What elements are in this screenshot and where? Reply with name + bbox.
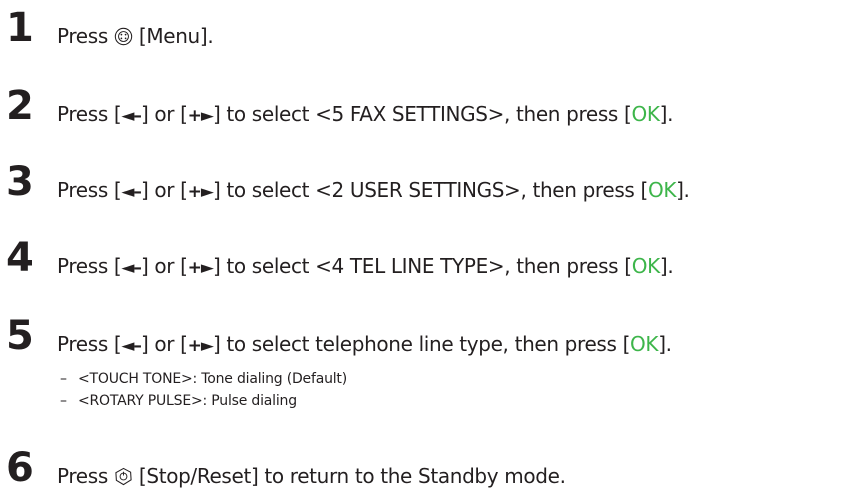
option-text: <ROTARY PULSE>: Pulse dialing (78, 393, 297, 409)
step-number: 3 (6, 159, 34, 205)
ok-key: OK (647, 178, 677, 202)
plus-right-key: +► (187, 182, 214, 202)
step-text: Press [◄–] or [+►] to select telephone l… (57, 332, 672, 358)
step-text-post: [Menu]. (132, 24, 214, 48)
plus-right-key: +► (187, 258, 214, 278)
left-minus-key: ◄– (121, 336, 142, 356)
step-number: 1 (6, 5, 34, 51)
left-minus-key: ◄– (121, 182, 142, 202)
step-text-pre: Press (57, 464, 114, 488)
step-text-end: ]. (659, 254, 674, 278)
step-text-mid: ] or [ (140, 178, 188, 202)
step-text: Press [Stop/Reset] to return to the Stan… (57, 464, 566, 488)
step-number: 2 (6, 83, 34, 129)
step-number: 4 (6, 235, 34, 281)
step-text-after: ] to select <4 TEL LINE TYPE>, then pres… (212, 254, 632, 278)
step-text: Press [◄–] or [+►] to select <5 FAX SETT… (57, 102, 673, 128)
menu-key-icon (114, 27, 133, 46)
option-dash: – (60, 371, 67, 387)
step-text-after: ] to select <5 FAX SETTINGS>, then press… (212, 102, 632, 126)
option-dash: – (60, 393, 67, 409)
step-number: 5 (6, 313, 34, 359)
step-number: 6 (6, 445, 34, 491)
step-text-pre: Press [ (57, 332, 122, 356)
step-text-mid: ] or [ (140, 254, 188, 278)
step-text-after: ] to select <2 USER SETTINGS>, then pres… (212, 178, 648, 202)
step-text-mid: ] or [ (140, 332, 188, 356)
left-minus-key: ◄– (121, 106, 142, 126)
step-text-end: ]. (676, 178, 690, 202)
step-text-after: ] to select telephone line type, then pr… (212, 332, 631, 356)
step-text: Press [Menu]. (57, 24, 214, 48)
stop-reset-key-icon (115, 467, 132, 486)
ok-key: OK (630, 332, 659, 356)
step-text-pre: Press [ (57, 178, 122, 202)
option-text: <TOUCH TONE>: Tone dialing (Default) (78, 371, 347, 387)
step-text-mid: ] or [ (140, 102, 188, 126)
step-text-pre: Press [ (57, 254, 122, 278)
step-text: Press [◄–] or [+►] to select <2 USER SET… (57, 178, 690, 204)
ok-key: OK (631, 102, 660, 126)
option-item: – <TOUCH TONE>: Tone dialing (Default) (60, 370, 347, 388)
ok-key: OK (631, 254, 661, 278)
step-text: Press [◄–] or [+►] to select <4 TEL LINE… (57, 254, 674, 280)
option-item: – <ROTARY PULSE>: Pulse dialing (60, 392, 297, 410)
step-text-pre: Press [ (57, 102, 122, 126)
step-text-post: [Stop/Reset] to return to the Standby mo… (132, 464, 566, 488)
instruction-page: { "steps": [ { "number": "1", "pre": "Pr… (0, 0, 854, 494)
plus-right-key: +► (187, 106, 214, 126)
step-text-end: ]. (659, 102, 674, 126)
step-text-end: ]. (658, 332, 672, 356)
plus-right-key: +► (187, 336, 214, 356)
step-text-pre: Press (57, 24, 114, 48)
left-minus-key: ◄– (121, 258, 142, 278)
